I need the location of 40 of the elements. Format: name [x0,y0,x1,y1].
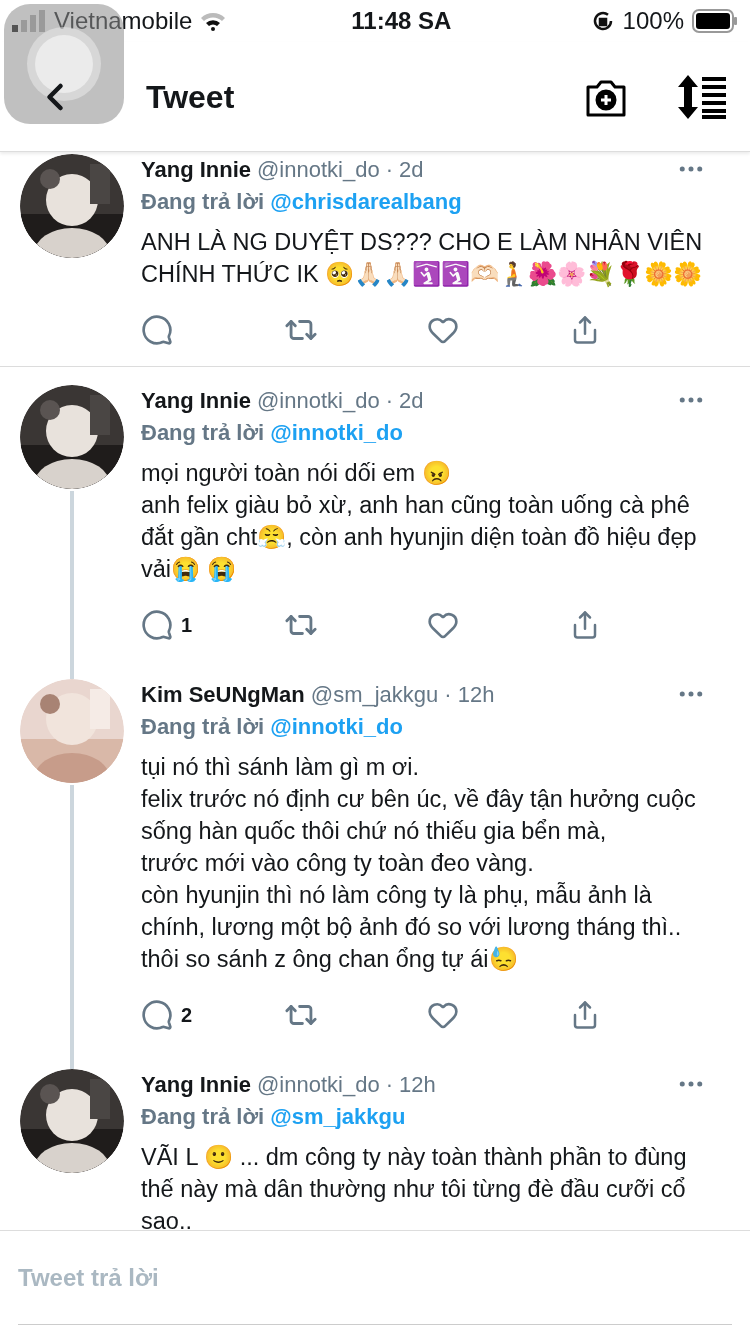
reply-label: Đang trả lời [141,1102,265,1131]
sort-button[interactable] [678,74,728,119]
carrier-name: Vietnamobile [54,6,193,36]
reply-mention[interactable]: @sm_jakkgu [270,1099,406,1133]
author-name: Yang Innie [141,155,252,184]
speech-bubble-icon [141,999,173,1031]
reply-button[interactable]: 1 [141,609,284,641]
speech-bubble-icon [141,609,173,641]
tweet-text: tụi nó thì sánh làm gì m ơi. [141,753,420,782]
battery-icon [692,9,738,33]
tweet-text: ANH LÀ NG DUYỆT DS??? CHO E LÀM NHÂN VIÊN CHÍNH THỨC IK 🥺🙏🏻🙏🏻🛐🛐🫶🏻🧎🌺🌸💐🌹🌼🌼 [141,228,704,289]
clock: 11:48 SA [350,6,453,36]
wifi-icon [200,11,227,31]
tweet-time: · 12h [385,1070,436,1099]
battery-percentage: 100% [622,6,684,36]
author-name: Kim SeUNgMan [141,680,305,709]
reply-button[interactable]: 2 [141,999,284,1031]
tweet-text: còn hyunjin thì nó làm công ty là phụ, mẫu ảnh là chính, lương một bộ ảnh đó so với lương tháng thì.. thôi so sánh z ông chan ổng tự ái😓 [141,881,683,974]
author-handle: @innotki_do [257,386,380,415]
reply-mention[interactable]: @innotki_do [270,709,403,743]
speech-bubble-icon [141,314,173,346]
author-name: Yang Innie [141,386,252,415]
author-handle: @innotki_do [257,155,380,184]
tweet-text: mọi người toàn nói dối em 😠 [141,459,452,488]
tweet-time: · 2d [385,386,424,415]
reply-field[interactable]: Tweet trả lời [18,1231,732,1325]
page-title: Tweet [146,77,236,117]
signal-icon [12,10,46,32]
reply-label: Đang trả lời [141,712,265,741]
reply-mention[interactable]: @chrisdarealbang [270,184,462,218]
tweet-time: · 2d [385,155,424,184]
tweet-time: · 12h [444,680,495,709]
author-name: Yang Innie [141,1070,252,1099]
reply-label: Đang trả lời [141,418,265,447]
reply-label: Đang trả lời [141,187,265,216]
author-handle: @innotki_do [257,1070,380,1099]
tweet-text: trước mới vào công ty toàn đeo vàng. [141,849,535,878]
reply-mention[interactable]: @innotki_do [270,415,403,449]
tweet-text: anh felix giàu bỏ xừ, anh han cũng toàn uống cà phê đắt gần cht😤, còn anh hyunjin diện toàn đồ hiệu đẹp vải😭 😭 [141,491,698,584]
author-handle: @sm_jakkgu [310,680,439,709]
